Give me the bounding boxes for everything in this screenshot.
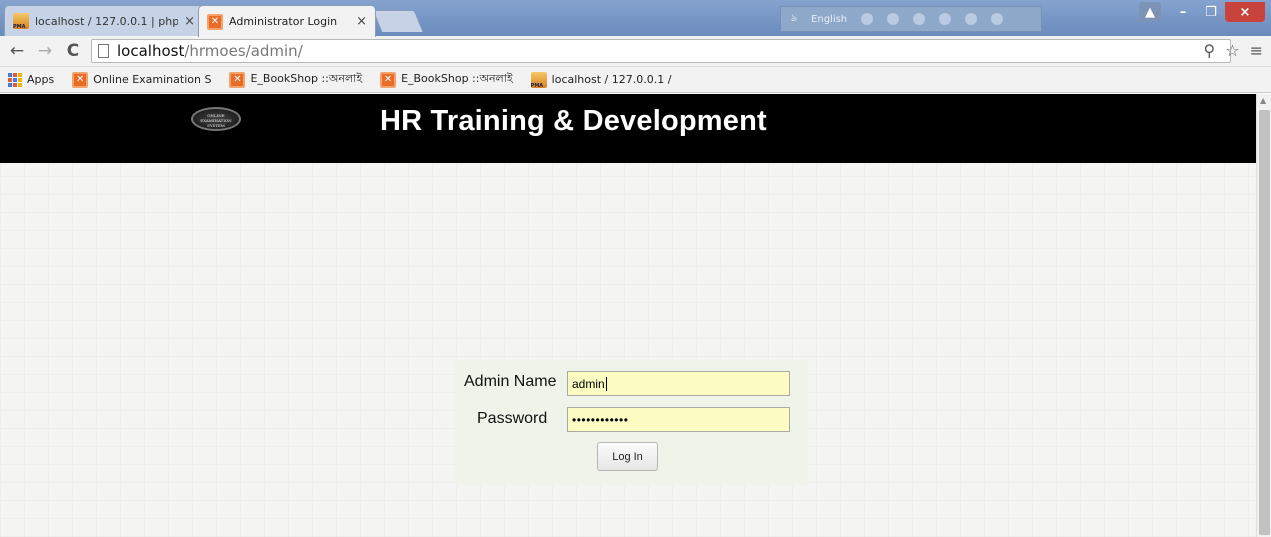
maximize-button[interactable]: ❐ xyxy=(1197,2,1225,22)
pma-icon xyxy=(13,13,29,30)
language-tool-icon[interactable] xyxy=(887,13,900,25)
password-label: Password xyxy=(477,410,548,427)
tab-administrator-login[interactable]: ✕ Administrator Login × xyxy=(198,5,376,37)
pma-icon xyxy=(530,71,547,89)
menu-icon[interactable]: ≡ xyxy=(1250,41,1263,60)
page-title: HR Training & Development xyxy=(380,105,767,137)
login-form: Admin Name admin Password •••••••••••• L… xyxy=(455,360,808,485)
password-input[interactable]: •••••••••••• xyxy=(567,407,790,432)
vertical-scrollbar[interactable]: ▲ xyxy=(1256,94,1271,537)
boxx-icon: ✕ xyxy=(380,71,397,88)
tab-label: Administrator Login xyxy=(229,15,338,28)
browser-toolbar: ← → C localhost/hrmoes/admin/ ⚲ ☆ ≡ xyxy=(0,36,1271,67)
bookmark-ebookshop[interactable]: ✕ E_BookShop ::অনলাই xyxy=(229,70,362,89)
admin-name-value: admin xyxy=(572,376,605,391)
user-profile-icon[interactable]: ▲ xyxy=(1139,2,1161,22)
minimize-button[interactable]: – xyxy=(1169,2,1197,22)
boxx-icon: ✕ xyxy=(207,13,223,30)
bookmarks-bar: Apps ✕ Online Examination S ✕ E_BookShop… xyxy=(0,67,1271,93)
close-window-button[interactable]: × xyxy=(1225,2,1265,22)
help-icon[interactable] xyxy=(965,13,978,25)
bookmark-star-icon[interactable]: ☆ xyxy=(1225,41,1239,60)
browser-tab-strip: localhost / 127.0.0.1 | php × ✕ Administ… xyxy=(0,0,1271,37)
tab-close-icon[interactable]: × xyxy=(184,14,195,29)
boxx-icon: ✕ xyxy=(229,71,246,88)
bookmark-apps[interactable]: Apps xyxy=(8,72,55,87)
tab-phpmyadmin[interactable]: localhost / 127.0.0.1 | php × xyxy=(4,5,204,36)
scroll-up-icon[interactable]: ▲ xyxy=(1260,96,1266,105)
language-tool-icon[interactable] xyxy=(861,13,874,25)
site-header: ONLINE EXAMINATION SYSTEM HR Training & … xyxy=(0,94,1256,163)
url-path: /hrmoes/admin/ xyxy=(184,42,303,60)
apps-grid-icon xyxy=(8,72,22,87)
forward-button[interactable]: → xyxy=(34,40,56,62)
language-bar: ঌ English xyxy=(780,6,1042,32)
info-icon[interactable] xyxy=(991,13,1004,25)
bookmark-label: Apps xyxy=(27,73,55,86)
reload-button[interactable]: C xyxy=(62,40,84,62)
bookmark-localhost[interactable]: localhost / 127.0.0.1 / xyxy=(530,71,672,89)
url-host: localhost xyxy=(117,42,185,60)
address-bar[interactable]: localhost/hrmoes/admin/ xyxy=(91,39,1231,63)
tab-label: localhost / 127.0.0.1 | php xyxy=(35,14,179,28)
bookmark-label: E_BookShop ::অনলাই xyxy=(250,72,363,85)
text-caret xyxy=(605,376,607,391)
language-bar-icon: ঌ xyxy=(791,12,798,24)
login-button[interactable]: Log In xyxy=(597,442,658,471)
admin-name-label: Admin Name xyxy=(464,373,557,390)
extension-icon[interactable]: ⚲ xyxy=(1204,41,1216,60)
site-logo: ONLINE EXAMINATION SYSTEM xyxy=(191,107,241,131)
language-label[interactable]: English xyxy=(811,14,847,25)
back-button[interactable]: ← xyxy=(6,40,28,62)
tab-close-icon[interactable]: × xyxy=(356,14,367,29)
window-controls: ▲ – ❐ × xyxy=(1139,2,1265,22)
new-tab-button[interactable] xyxy=(372,10,424,32)
admin-name-input[interactable]: admin xyxy=(567,371,790,396)
page-viewport: ONLINE EXAMINATION SYSTEM HR Training & … xyxy=(0,94,1271,537)
scrollbar-thumb[interactable] xyxy=(1259,110,1270,535)
bookmark-label: Online Examination S xyxy=(93,73,212,86)
toolbar-right: ⚲ ☆ ≡ xyxy=(1204,41,1263,60)
bookmark-label: E_BookShop ::অনলাই xyxy=(401,72,513,85)
boxx-icon: ✕ xyxy=(72,71,89,88)
page-icon xyxy=(98,44,109,58)
bookmark-label: localhost / 127.0.0.1 / xyxy=(551,73,672,86)
bookmark-online-examination[interactable]: ✕ Online Examination S xyxy=(72,71,212,88)
bookmark-ebookshop[interactable]: ✕ E_BookShop ::অনলাই xyxy=(380,70,513,89)
language-tool-icon[interactable] xyxy=(913,13,926,25)
password-value: •••••••••••• xyxy=(572,412,629,427)
language-tool-icon[interactable] xyxy=(939,13,952,25)
page-body: Admin Name admin Password •••••••••••• L… xyxy=(0,163,1256,537)
